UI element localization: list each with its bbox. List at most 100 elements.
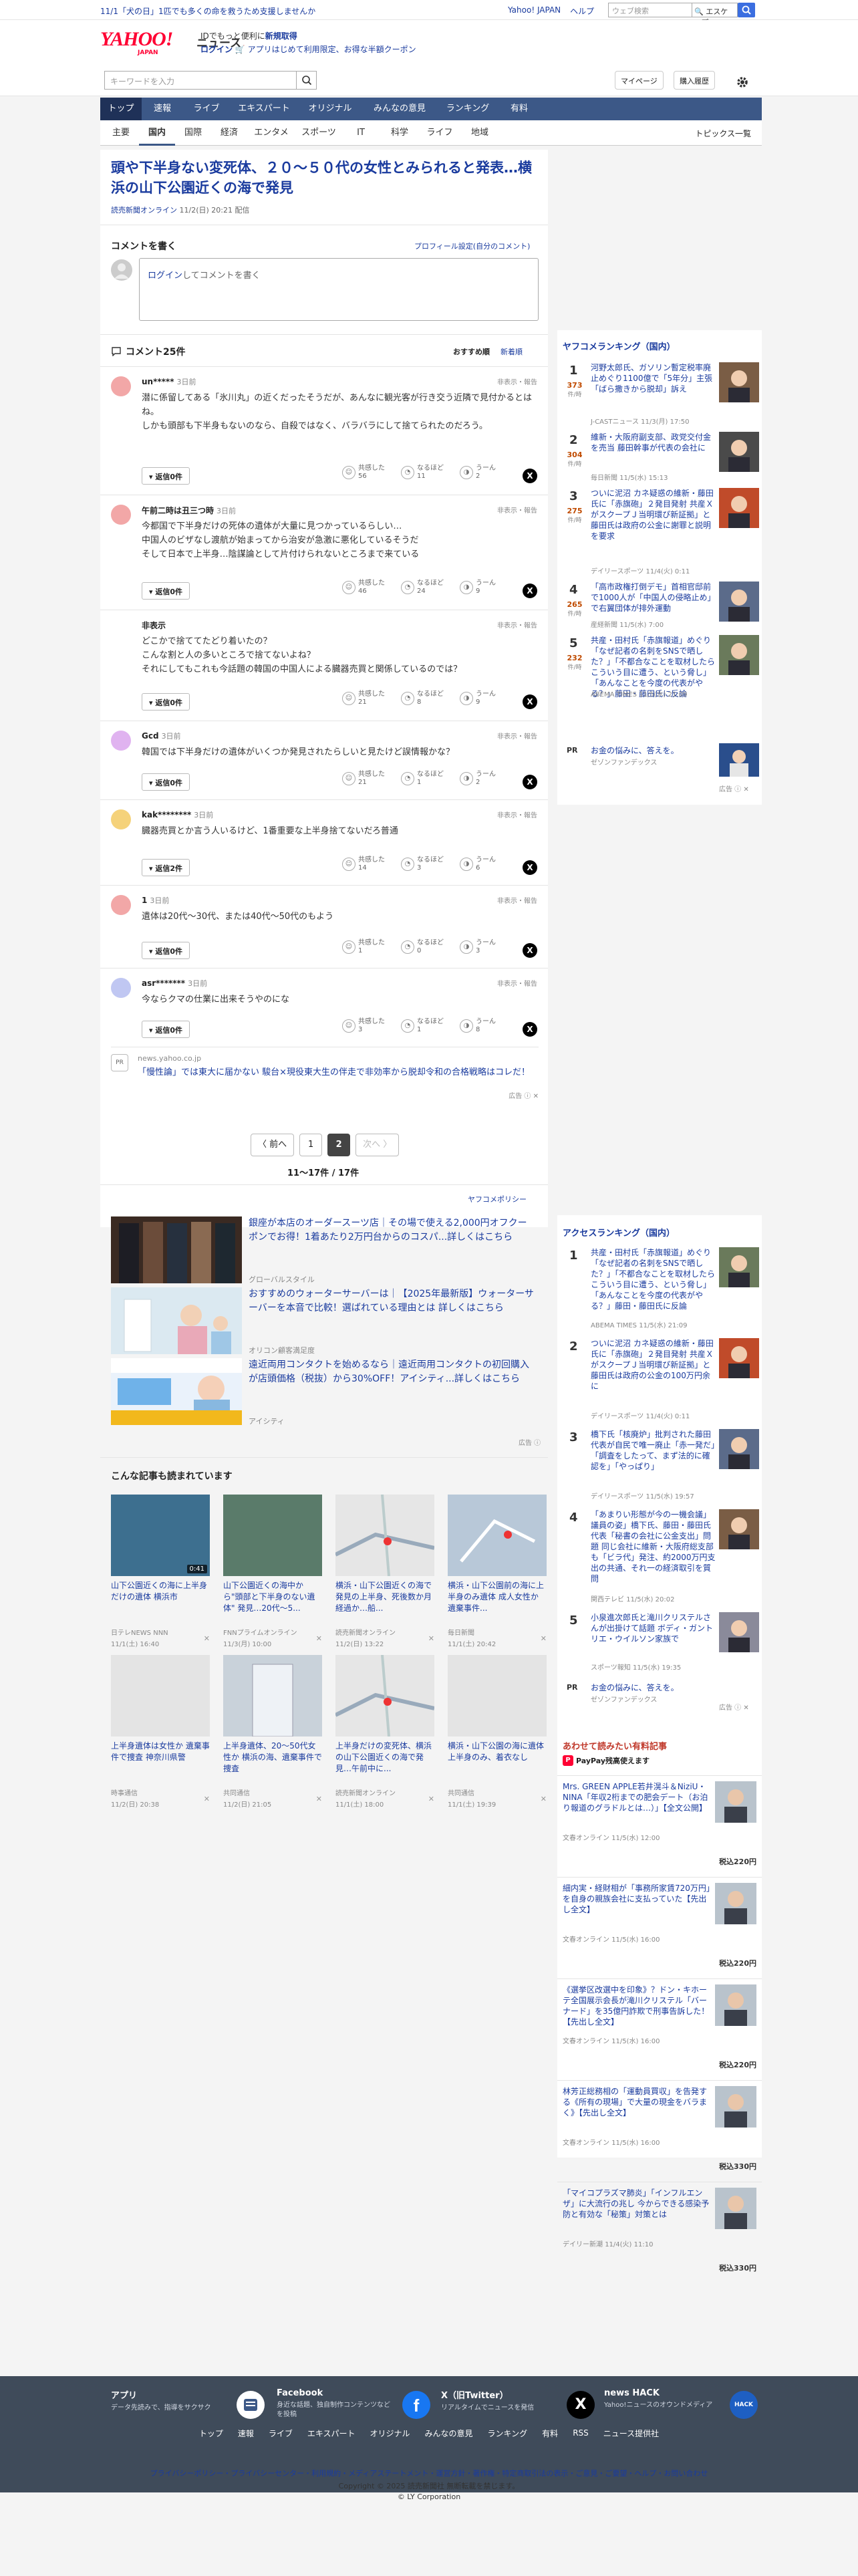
commenter-name[interactable]: 午前二時は丑三つ時 3日前 [142, 505, 236, 516]
x-share-icon[interactable]: X [523, 469, 537, 483]
settings-gear-icon[interactable] [735, 75, 750, 90]
reaction-understand-button[interactable]: ◔ なるほど 24 [401, 579, 444, 596]
footer-nav-item[interactable]: エキスパート [307, 2428, 355, 2439]
paid-title[interactable]: 細内実・経財相が「事務所家賃720万円」を自身の親族会社に支払っていた【先出し全… [563, 1883, 711, 1915]
article-title[interactable]: 頭や下半身ない変死体、２０〜５０代の女性とみられると発表…横浜の山下公園近くの海… [111, 158, 539, 198]
topics-list-link[interactable]: トピックス一覧 [695, 128, 751, 139]
search-toggle[interactable]: 🔍 エスケープ [692, 3, 738, 27]
top-notice-link[interactable]: 11/1「犬の日」1匹でも多くの命を救うため支援しませんか [100, 5, 315, 17]
recommended-article[interactable]: 0:41 山下公園近くの海に上半身だけの遺体 横浜市 日テレNEWS NNN 11/1… [111, 1495, 210, 1648]
recommended-title[interactable]: 上半身だけの変死体、横浜の山下公園近くの海で発見…午前中に... [335, 1741, 434, 1786]
reaction-understand-button[interactable]: ◔ なるほど 8 [401, 690, 444, 706]
reaction-hmm-button[interactable]: ◑ うーん 3 [460, 939, 496, 955]
ranking-title[interactable]: ついに泥沼 カネ疑惑の維新・藤田氏に「赤旗砲」２発目発射 共産ＸがスクープＪ当明… [591, 1338, 716, 1392]
prev-page-button[interactable]: 〈 前へ [251, 1134, 295, 1156]
help-link[interactable]: ヘルプ [570, 5, 594, 17]
ranking-title[interactable]: 「高市政権打倒デモ」首相官邸前で1000人が「中国人の侵略止め」で右翼団体が排外… [591, 582, 716, 614]
replies-button[interactable]: ▾ 返信0件 [142, 693, 190, 711]
pr-title[interactable]: お金の悩みに、答えを。 [591, 1682, 679, 1693]
recommended-title[interactable]: 山下公園近くの海に上半身だけの遺体 横浜市 [111, 1580, 210, 1626]
replies-button[interactable]: ▾ 返信2件 [142, 859, 190, 876]
nav-live[interactable]: ライブ [183, 98, 230, 120]
ranking-title[interactable]: 共産・田村氏「赤旗報道」めぐり「なぜ記者の名刺をSNSで晒した？」「不都合なこと… [591, 1247, 716, 1311]
ranking-title[interactable]: 「あまりい形態が今の一機会議」議員の姿」橋下氏、藤田・藤田氏代表「秘書の会社に公… [591, 1509, 716, 1584]
replies-button[interactable]: ▾ 返信0件 [142, 1021, 190, 1038]
commenter-name[interactable]: Gcd 3日前 [142, 731, 181, 741]
nav-original[interactable]: オリジナル [298, 98, 362, 120]
nav-paid[interactable]: 有料 [498, 98, 540, 120]
tab-science[interactable]: 科学 [380, 120, 420, 146]
tab-it[interactable]: IT [342, 120, 380, 146]
tab-domestic[interactable]: 国内 [139, 120, 175, 146]
sponsored-item[interactable]: 銀座が本店のオーダースーツ店｜その場で使える2,000円オフクーポンでお得！1着… [111, 1216, 539, 1286]
hide-report-link[interactable]: 非表示・報告 [497, 809, 537, 819]
web-search-input[interactable]: ウェブ検索 [608, 3, 692, 17]
recommended-article[interactable]: 上半身だけの変死体、横浜の山下公園近くの海で発見…午前中に... 読売新聞オンライ… [334, 1654, 435, 1809]
x-share-icon[interactable]: X [523, 775, 537, 789]
commenter-avatar[interactable] [111, 895, 131, 915]
paid-article[interactable]: 林芳正総務相の「運動員買収」を告発する《所有の現場」で大量の現金をバラまく》【先… [557, 2080, 762, 2182]
sponsored-item[interactable]: おすすめのウォーターサーバーは｜【2025年最新版】ウォーターサーバーを本音で比… [111, 1287, 539, 1357]
recommended-title[interactable]: 上半身遺体は女性か 遺棄事件で捜査 神奈川県警 [111, 1741, 210, 1786]
purchase-history-button[interactable]: 購入履歴 [674, 71, 715, 90]
right-pr-ad[interactable]: PR お金の悩みに、答えを。 ゼゾンファンデックス 広告 ⓘ ✕ [557, 1680, 762, 1720]
inline-ad[interactable]: PR news.yahoo.co.jp 「慢性論」では東大に届かない 駿台×現役… [111, 1047, 539, 1100]
hide-report-link[interactable]: 非表示・報告 [497, 978, 537, 988]
reaction-understand-button[interactable]: ◔ なるほど 3 [401, 856, 444, 872]
comment-input[interactable]: ログインしてコメントを書く [139, 258, 539, 321]
access-ranking-item[interactable]: 3 橋下氏「核廃炉」批判された藤田代表が自民で唯一廃止「赤一発だ」「調査をしたって… [557, 1428, 762, 1504]
reaction-hmm-button[interactable]: ◑ うーん 9 [460, 690, 496, 706]
footer-nav-item[interactable]: オリジナル [370, 2428, 410, 2439]
footer-nav-item[interactable]: RSS [573, 2428, 589, 2438]
news-search-input[interactable]: キーワードを入力 [104, 71, 317, 90]
close-icon[interactable]: ✕ [204, 1634, 210, 1643]
right-pr-ad[interactable]: PR お金の悩みに、答えを。 ゼゾンファンデックス 広告 ⓘ ✕ [557, 743, 762, 793]
yahcom-ranking-item[interactable]: 1 373 件/時 河野太郎氏、ガソリン暫定税率廃止めぐり1100億で「5年分」主張「… [557, 361, 762, 428]
commenter-avatar[interactable] [111, 505, 131, 525]
access-ranking-item[interactable]: 4 「あまりい形態が今の一機会議」議員の姿」橋下氏、藤田・藤田氏代表「秘書の会社に… [557, 1508, 762, 1607]
footer-newshack[interactable]: news HACK Yahoo!ニュースのオウンドメディア HACK [604, 2388, 764, 2419]
reaction-understand-button[interactable]: ◔ なるほど 0 [401, 939, 444, 955]
next-page-button[interactable]: 次へ 〉 [355, 1134, 400, 1156]
tab-region[interactable]: 地域 [460, 120, 500, 146]
reaction-understand-button[interactable]: ◔ なるほど 1 [401, 771, 444, 787]
recommended-article[interactable]: 山下公園近くの海中から"頭部と下半身のない遺体" 発見…20代〜5... FNNプ… [223, 1495, 322, 1648]
footer-nav-item[interactable]: ライブ [269, 2428, 293, 2439]
recommended-title[interactable]: 横浜・山下公園近くの海で発見の上半身、死後数か月経過か…船... [335, 1580, 434, 1626]
footer-nav-item[interactable]: トップ [199, 2428, 223, 2439]
close-icon[interactable]: ✕ [204, 1795, 210, 1803]
commenter-name[interactable]: 非表示 [142, 620, 168, 631]
sponsored-title[interactable]: 遠近両用コンタクトを始めるなら｜遠近両用コンタクトの初回購入が店頭価格（税抜）か… [249, 1358, 536, 1386]
footer-links[interactable]: プライバシーポリシー・プライバシーセンター・利用規約・メディアステートメント・運… [0, 2468, 858, 2478]
tab-international[interactable]: 国際 [175, 120, 211, 146]
recommended-article[interactable]: 上半身遺体は女性か 遺棄事件で捜査 神奈川県警 時事通信 11/2(日) 20:38… [111, 1655, 210, 1809]
ranking-title[interactable]: 維新・大阪府副支部、政党交付金を売当 藤田幹事が代表の会社に [591, 432, 716, 453]
reaction-agree-button[interactable]: ☺ 共感した 46 [342, 579, 385, 596]
article-source[interactable]: 読売新聞オンライン [111, 206, 177, 215]
access-ranking-item[interactable]: 2 ついに泥沼 カネ疑惑の維新・藤田氏に「赤旗砲」２発目発射 共産ＸがスクープＪ当… [557, 1337, 762, 1424]
nav-breaking[interactable]: 速報 [142, 98, 183, 120]
close-icon[interactable]: ✕ [541, 1634, 547, 1643]
yahoo-news-logo[interactable]: YAHOO! JAPAN ニュース [100, 29, 241, 59]
sponsored-ad-label[interactable]: 広告 ⓘ [519, 1437, 541, 1447]
comment-policy-link[interactable]: ヤフコメポリシー [468, 1194, 527, 1204]
reaction-agree-button[interactable]: ☺ 共感した 56 [342, 465, 385, 481]
pr-ad-label[interactable]: 広告 ⓘ ✕ [719, 783, 749, 793]
replies-button[interactable]: ▾ 返信0件 [142, 582, 190, 600]
close-icon[interactable]: ✕ [428, 1634, 434, 1643]
sponsored-title[interactable]: おすすめのウォーターサーバーは｜【2025年最新版】ウォーターサーバーを本音で比… [249, 1287, 536, 1315]
reaction-hmm-button[interactable]: ◑ うーん 2 [460, 465, 496, 481]
ad-text[interactable]: 「慢性論」では東大に届かない 駿台×現役東大生の伴走で非効率から脱却令和の合格戦… [138, 1066, 532, 1079]
close-icon[interactable]: ✕ [428, 1795, 434, 1803]
page-1-button[interactable]: 1 [299, 1134, 323, 1156]
nav-opinions[interactable]: みんなの意見 [362, 98, 437, 120]
commenter-name[interactable]: un***** 3日前 [142, 376, 196, 387]
sort-recommended[interactable]: おすすめ順 [453, 346, 490, 357]
tab-economy[interactable]: 経済 [211, 120, 247, 146]
paid-title[interactable]: 林芳正総務相の「運動員買収」を告発する《所有の現場」で大量の現金をバラまく》【先… [563, 2086, 711, 2118]
ranking-title[interactable]: 小泉進次郎氏と滝川クリステルさんが出掛けて話題 ボディ・ガントリエ・ウイルソン家… [591, 1612, 716, 1644]
close-icon[interactable]: ✕ [316, 1795, 322, 1803]
paid-title[interactable]: Mrs. GREEN APPLE若井滉斗＆NiziU・NINA「年収2桁までの肥… [563, 1781, 711, 1813]
app-coupon-link[interactable]: 🛒 アプリはじめて利用限定、お得な半額クーポン [235, 45, 416, 54]
commenter-avatar[interactable] [111, 376, 131, 396]
